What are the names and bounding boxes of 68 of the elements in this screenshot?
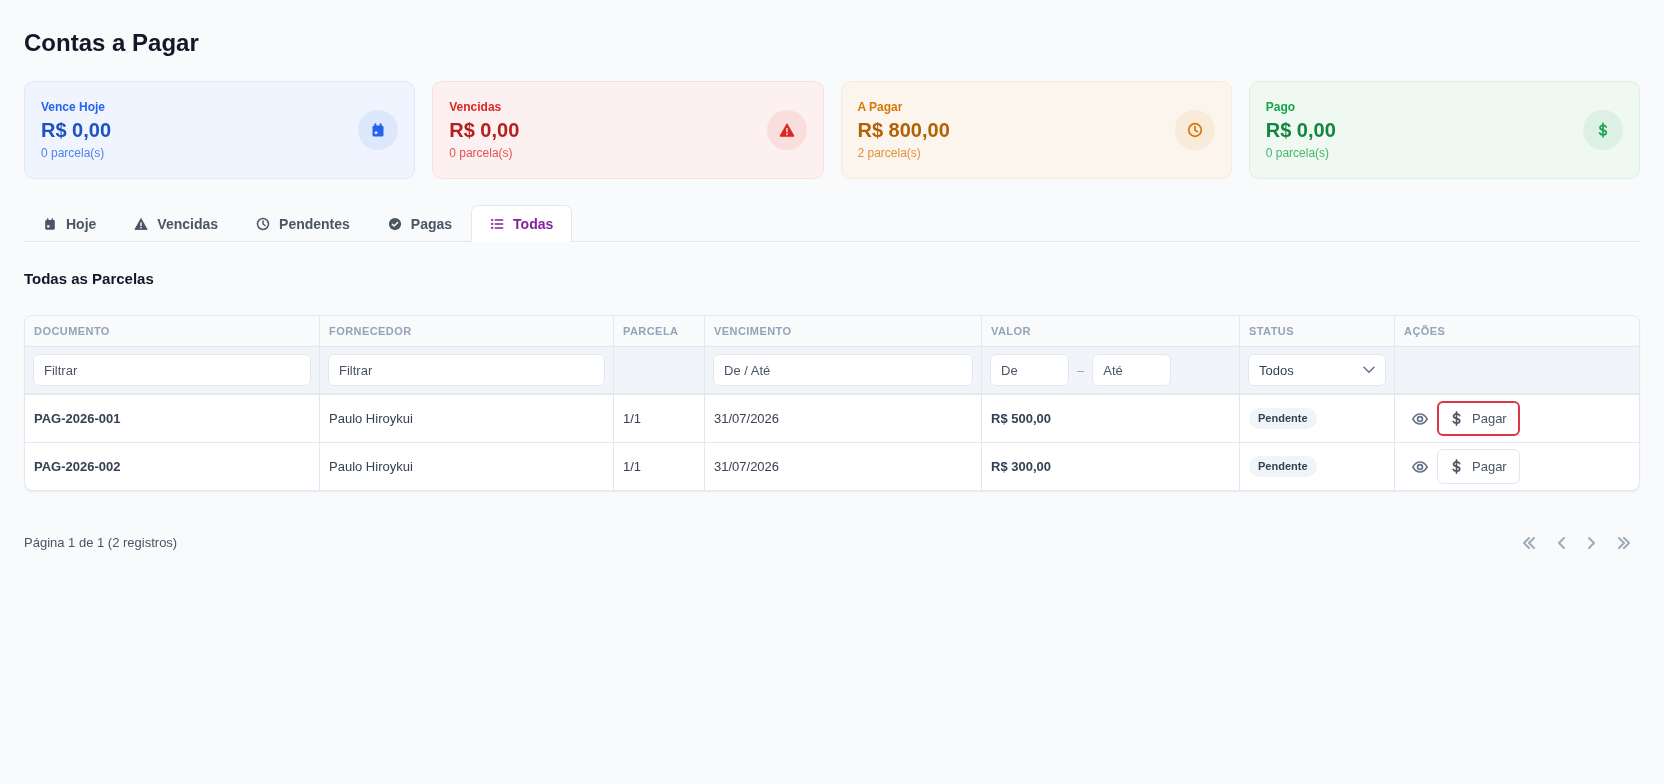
pagination-summary: Página 1 de 1 (2 registros) (24, 535, 178, 550)
min-value-input[interactable]: De (990, 354, 1069, 386)
double-chevron-left-icon (1523, 536, 1535, 549)
check-circle-icon (387, 216, 402, 231)
column-header: FORNECEDOR (320, 316, 614, 346)
card-count: 0 parcela(s) (1265, 145, 1330, 161)
table-cell: PAG-2026-002 (25, 443, 320, 490)
max-value-input[interactable]: Até (1092, 354, 1172, 386)
column-header: PARCELA (614, 316, 705, 346)
card-value: R$ 0,00 (41, 118, 112, 143)
filter-tab[interactable]: Vencidas (115, 205, 238, 241)
chevron-right-icon (1588, 536, 1595, 549)
eye-icon (1412, 459, 1428, 474)
chevron-left-icon (1558, 536, 1565, 549)
section-title: Todas as Parcelas (24, 269, 155, 289)
column-header: STATUS (1240, 316, 1395, 346)
column-header: AÇÕES (1403, 324, 1447, 339)
filter-tab[interactable]: Hoje (24, 205, 116, 241)
table-cell: Paulo Hiroykui (320, 443, 614, 490)
clock-icon (256, 216, 271, 231)
range-separator: – (1077, 362, 1085, 378)
calendar-icon (358, 110, 399, 150)
dollar-icon (1451, 459, 1462, 474)
page-title: Contas a Pagar (24, 28, 200, 58)
status-select[interactable]: Todos (1248, 354, 1386, 386)
filter-tab[interactable]: Pagas (368, 205, 472, 241)
view-button[interactable] (1412, 411, 1428, 426)
status-badge: Pendente (1249, 408, 1317, 429)
card-label: Vence Hoje (41, 99, 106, 115)
card-count: 2 parcela(s) (857, 145, 921, 161)
clock-icon (1174, 110, 1215, 150)
table-cell: R$ 500,00 (982, 395, 1240, 442)
card-count: 0 parcela(s) (41, 145, 105, 161)
pay-button[interactable]: Pagar (1437, 449, 1520, 484)
table-cell: PAG-2026-001 (25, 395, 320, 442)
table-cell: R$ 300,00 (982, 443, 1240, 490)
view-button[interactable] (1412, 459, 1428, 474)
dollar-icon (1451, 411, 1462, 426)
table-cell: 31/07/2026 (705, 443, 982, 490)
double-chevron-right-icon (1618, 536, 1630, 549)
filter-input[interactable]: De / Até (713, 354, 973, 386)
column-header: VENCIMENTO (705, 316, 982, 346)
eye-icon (1412, 411, 1428, 426)
column-header: DOCUMENTO (25, 316, 320, 346)
column-header: VALOR (982, 316, 1240, 346)
card-count: 0 parcela(s) (449, 145, 513, 161)
dollar-icon (1583, 110, 1623, 150)
filter-tab[interactable]: Pendentes (237, 205, 369, 241)
warning-icon (134, 216, 149, 231)
pay-button[interactable]: Pagar (1437, 401, 1520, 436)
table-cell: Paulo Hiroykui (320, 395, 614, 442)
card-value: R$ 0,00 (449, 118, 520, 143)
card-label: A Pagar (857, 99, 903, 115)
calendar-icon (43, 216, 57, 231)
filter-input[interactable]: Filtrar (33, 354, 311, 386)
table-cell: 1/1 (614, 443, 705, 490)
filter-input[interactable]: Filtrar (328, 354, 605, 386)
status-badge: Pendente (1249, 456, 1317, 477)
card-label: Vencidas (449, 99, 502, 115)
chevron-down-icon (1363, 366, 1375, 374)
card-label: Pago (1265, 99, 1296, 115)
table-cell: 1/1 (614, 395, 705, 442)
list-icon (490, 217, 505, 231)
card-value: R$ 800,00 (857, 118, 950, 143)
warning-icon (766, 110, 807, 150)
table-cell: 31/07/2026 (705, 395, 982, 442)
filter-tab[interactable]: Todas (471, 205, 573, 242)
card-value: R$ 0,00 (1265, 118, 1336, 143)
